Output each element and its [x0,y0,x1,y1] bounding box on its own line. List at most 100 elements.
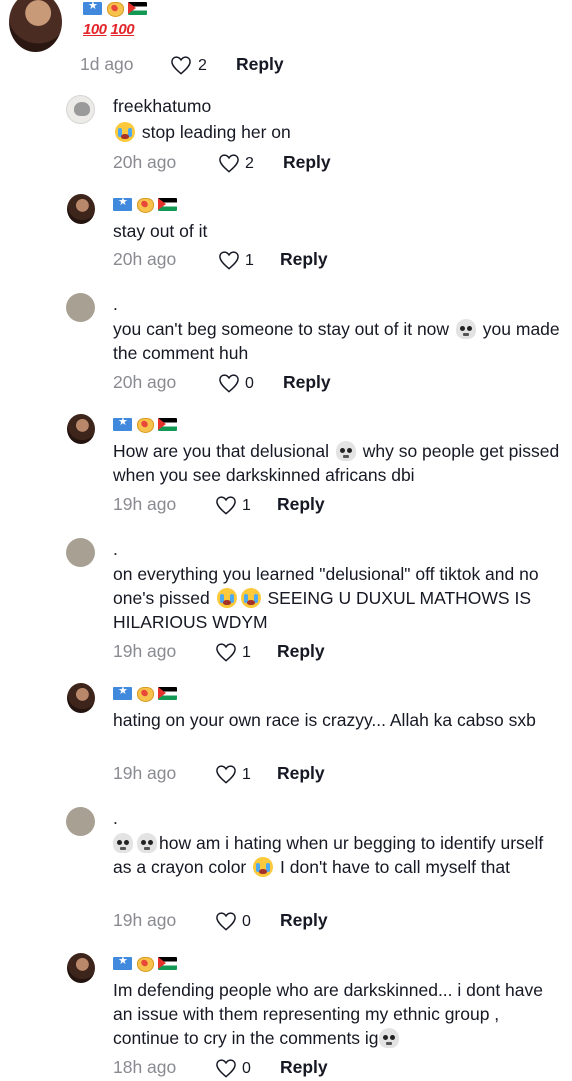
reply-button[interactable]: Reply [280,249,328,270]
somalia-flag-icon [113,198,132,212]
comment-text-content: stop leading her on [141,122,291,142]
timestamp: 18h ago [113,1057,177,1077]
timestamp: 19h ago [113,763,177,783]
avatar[interactable] [67,414,95,444]
reply-button[interactable]: Reply [280,910,328,931]
heart-hands-icon [105,1,125,17]
heart-outline-icon[interactable] [215,911,237,931]
comment-meta: 18h ago 0 Reply [113,1057,413,1081]
reply-button[interactable]: Reply [283,372,331,393]
avatar[interactable] [66,807,95,836]
comment-meta: 20h ago 1 Reply [113,249,413,273]
palestine-flag-icon [158,957,177,971]
comment-text: Im defending people who are darkskinned.… [113,978,563,1050]
comment-text: how am i hating when ur begging to ident… [113,831,563,879]
skull-emoji-icon [455,319,476,339]
comment-item: Im defending people who are darkskinned.… [0,949,572,1081]
comment-item: How are you that delusional why so peopl… [0,410,572,525]
heart-outline-icon[interactable] [218,153,240,173]
heart-hands-icon [135,197,155,213]
reply-button[interactable]: Reply [236,54,284,75]
reply-button[interactable]: Reply [277,763,325,784]
username[interactable]: . [113,539,118,560]
like-count: 1 [245,252,254,269]
like-count: 2 [245,155,254,172]
timestamp: 20h ago [113,152,177,172]
comment-item: 100100 1d ago 2 Reply [0,0,572,80]
heart-outline-icon[interactable] [215,764,237,784]
skull-emoji-icon [113,833,133,853]
comment-text: on everything you learned "delusional" o… [113,562,563,634]
hundred-emoji: 100 [110,21,135,38]
heart-outline-icon[interactable] [218,373,240,393]
skull-emoji-icon [335,441,356,461]
comment-text-part: you can't beg someone to stay out of it … [113,319,450,339]
reply-button[interactable]: Reply [277,494,325,515]
heart-outline-icon[interactable] [215,495,237,515]
avatar[interactable] [67,953,95,983]
comment-meta: 19h ago 1 Reply [113,763,413,787]
like-count: 0 [242,1060,251,1077]
palestine-flag-icon [128,2,147,16]
like-count: 0 [242,913,251,930]
username[interactable]: . [113,294,118,315]
username-flags [83,0,150,18]
skull-emoji-icon [137,833,157,853]
avatar[interactable] [67,194,95,224]
reply-button[interactable]: Reply [280,1057,328,1078]
comment-text: stop leading her on [113,120,563,144]
loudly-crying-emoji-icon [240,588,261,608]
comment-text-part: Im defending people who are darkskinned.… [113,980,544,1048]
comment-item: hating on your own race is crazyy... All… [0,679,572,794]
like-count: 1 [242,644,251,661]
comment-item: . on everything you learned "delusional"… [0,533,572,673]
username-flags[interactable] [113,955,180,973]
heart-hands-icon [135,686,155,702]
heart-outline-icon[interactable] [215,1058,237,1078]
avatar[interactable] [66,538,95,567]
comment-meta: 19h ago 1 Reply [113,494,413,518]
username[interactable]: . [113,808,118,829]
timestamp: 1d ago [80,54,134,74]
comment-item: stay out of it 20h ago 1 Reply [0,190,572,285]
comment-text: 100 100 [83,21,138,39]
timestamp: 19h ago [113,494,177,514]
username-flags[interactable] [113,685,180,703]
somalia-flag-icon [113,418,132,432]
heart-outline-icon[interactable] [215,642,237,662]
comment-text: hating on your own race is crazyy... All… [113,710,536,730]
comment-meta: 20h ago 2 Reply [113,152,413,176]
username-flags[interactable] [113,416,180,434]
avatar[interactable] [9,0,62,52]
timestamp: 20h ago [113,372,177,392]
palestine-flag-icon [158,198,177,212]
like-count: 0 [245,375,254,392]
reply-button[interactable]: Reply [283,152,331,173]
heart-outline-icon[interactable] [218,250,240,270]
skull-emoji-icon [378,1028,399,1048]
somalia-flag-icon [113,957,132,971]
comment-meta: 19h ago 1 Reply [113,641,413,665]
username-flags[interactable] [113,196,180,214]
heart-hands-icon [135,417,155,433]
loudly-crying-emoji-icon [253,857,274,877]
comment-meta: 19h ago 0 Reply [113,910,413,934]
avatar[interactable] [66,95,95,124]
timestamp: 20h ago [113,249,177,269]
comment-item: . you can't beg someone to stay out of i… [0,288,572,403]
comment-meta: 20h ago 0 Reply [113,372,413,396]
like-count: 2 [198,57,207,74]
username[interactable]: freekhatumo [113,96,211,117]
heart-outline-icon[interactable] [170,55,192,75]
comment-meta: 1d ago 2 Reply [80,54,380,78]
comment-text: you can't beg someone to stay out of it … [113,317,563,365]
comment-text-part: I don't have to call myself that [280,857,511,877]
like-count: 1 [242,766,251,783]
avatar[interactable] [67,683,95,713]
hundred-emoji: 100 [83,21,107,38]
heart-hands-icon [135,956,155,972]
avatar[interactable] [66,293,95,322]
timestamp: 19h ago [113,641,177,661]
comment-text: How are you that delusional why so peopl… [113,439,563,487]
reply-button[interactable]: Reply [277,641,325,662]
